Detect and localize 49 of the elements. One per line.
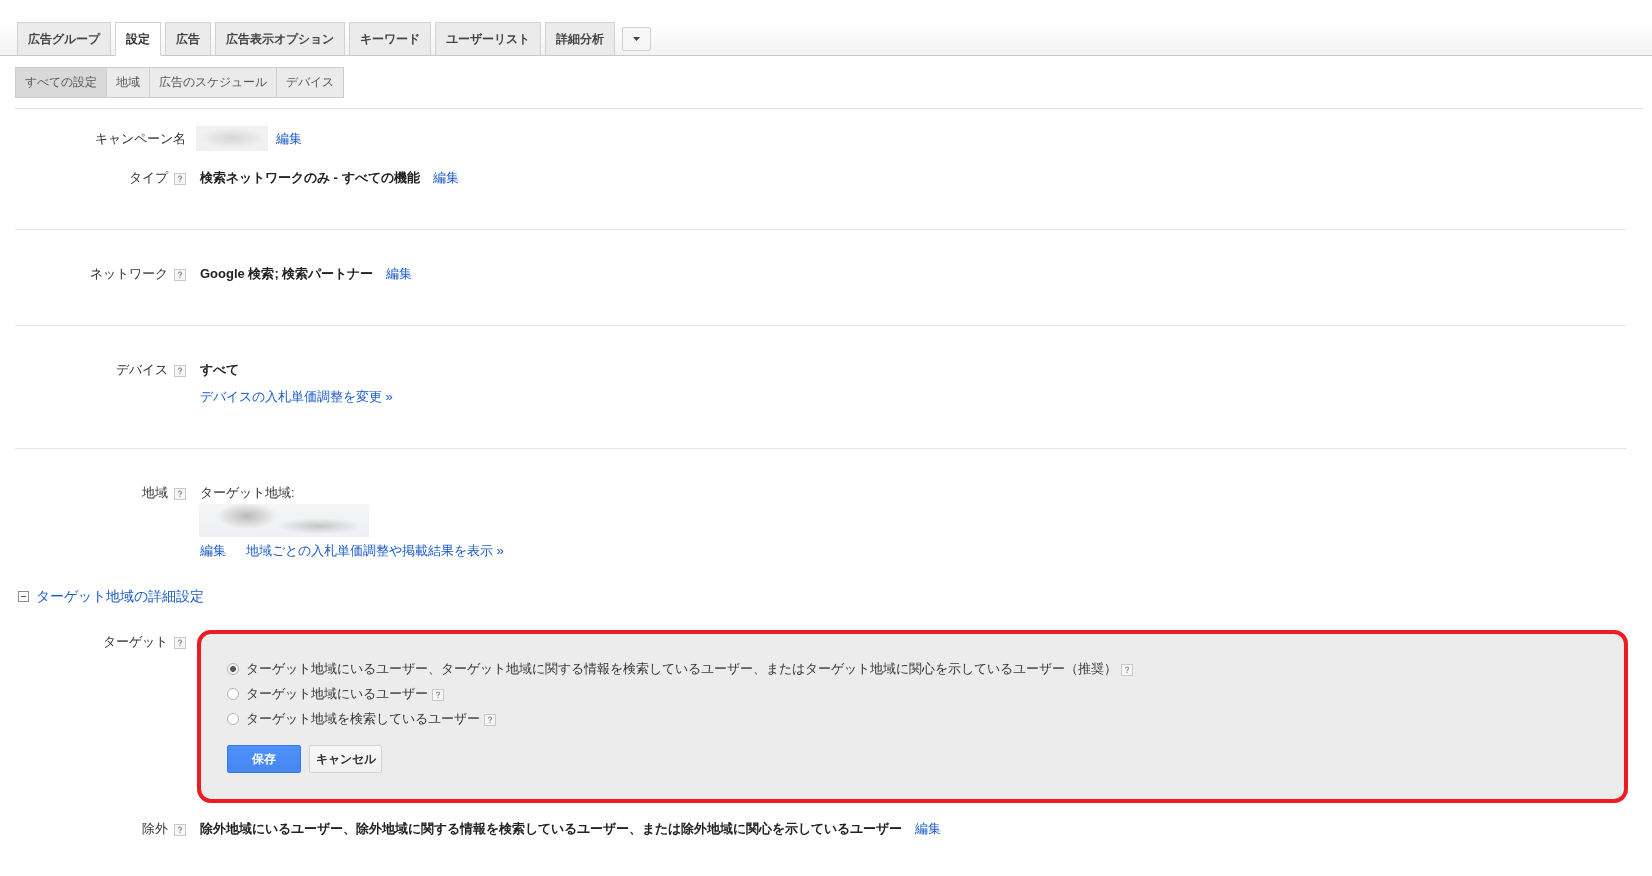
help-icon[interactable] — [174, 173, 186, 185]
radio-button[interactable] — [227, 688, 239, 700]
help-icon[interactable] — [174, 269, 186, 281]
text-link[interactable]: 編集 — [915, 819, 941, 839]
text-link[interactable]: 編集 — [200, 541, 226, 561]
collapse-toggle[interactable]: ターゲット地域の詳細設定 — [18, 586, 204, 606]
field-label: デバイス — [116, 361, 168, 379]
option-label[interactable]: ターゲット地域を検索しているユーザー — [246, 709, 480, 729]
option-label[interactable]: ターゲット地域にいるユーザー — [246, 684, 428, 704]
subtab[interactable]: すべての設定 — [16, 68, 107, 97]
radio-button[interactable] — [227, 663, 239, 675]
field-label: ネットワーク — [90, 265, 168, 283]
setting-value: 除外地域にいるユーザー、除外地域に関する情報を検索しているユーザー、または除外地域に関心を示しているユーザー — [200, 820, 902, 838]
help-icon[interactable] — [432, 688, 444, 701]
field-label: キャンペーン名 — [95, 129, 186, 148]
radio-button[interactable] — [227, 713, 239, 725]
help-icon[interactable] — [1121, 663, 1133, 676]
field-label: ターゲット — [103, 633, 168, 651]
setting-value: Google 検索; 検索パートナー — [200, 265, 374, 283]
tab[interactable]: 広告グループ — [17, 22, 111, 56]
tab[interactable]: 広告 — [165, 22, 211, 56]
setting-value: 検索ネットワークのみ - すべての機能 — [200, 169, 420, 187]
help-icon[interactable] — [174, 365, 186, 377]
field-label: タイプ — [129, 169, 168, 187]
text-link[interactable]: 編集 — [276, 128, 302, 149]
subtab[interactable]: デバイス — [277, 68, 343, 97]
caret-icon — [633, 37, 640, 41]
subtab[interactable]: 地域 — [107, 68, 150, 97]
field-label: 地域 — [142, 484, 168, 502]
tab[interactable]: キーワード — [349, 22, 431, 56]
subtab[interactable]: 広告のスケジュール — [150, 68, 277, 97]
text-link[interactable]: 地域ごとの入札単価調整や掲載結果を表示 » — [246, 541, 504, 561]
tab[interactable]: 広告表示オプション — [215, 22, 345, 56]
setting-caption: ターゲット地域: — [200, 484, 295, 502]
help-icon[interactable] — [484, 713, 496, 726]
help-icon[interactable] — [174, 488, 186, 500]
tab[interactable]: 設定 — [115, 22, 161, 56]
tab-menu-button[interactable] — [622, 27, 651, 51]
tab[interactable]: ユーザーリスト — [435, 22, 541, 56]
text-link[interactable]: 編集 — [386, 264, 413, 284]
text-link[interactable]: デバイスの入札単価調整を変更 » — [200, 387, 393, 407]
field-label: 除外 — [142, 820, 168, 838]
text-link[interactable]: 編集 — [432, 168, 459, 188]
option-label[interactable]: ターゲット地域にいるユーザー、ターゲット地域に関する情報を検索しているユーザー、またはターゲット地域に関心を示しているユーザー（推奨） — [246, 659, 1117, 679]
help-icon[interactable] — [174, 637, 186, 649]
setting-value: すべて — [200, 361, 239, 379]
cancel-button[interactable]: キャンセル — [309, 745, 382, 773]
help-icon[interactable] — [174, 824, 186, 836]
tab[interactable]: 詳細分析 — [545, 22, 615, 56]
